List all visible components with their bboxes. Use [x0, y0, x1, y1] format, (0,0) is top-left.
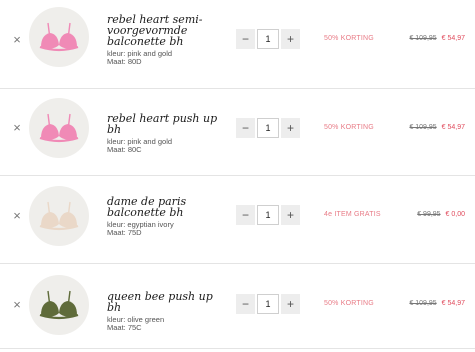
cart-item: × queen bee push up bh kleur: olive gree…	[0, 262, 475, 350]
product-name[interactable]: queen bee push up bh	[107, 291, 227, 313]
product-meta: kleur: egyptian ivory Maat: 75D	[107, 221, 227, 237]
product-name[interactable]: rebel heart push up bh	[107, 113, 227, 135]
increase-quantity-button[interactable]: +	[281, 118, 300, 138]
bra-image	[39, 22, 79, 52]
quantity-input[interactable]: 1	[257, 118, 279, 138]
new-price: € 54,97	[441, 124, 465, 131]
new-price: € 0,00	[445, 211, 465, 218]
product-size: Maat: 75C	[107, 323, 142, 332]
quantity-stepper: − 1 +	[236, 118, 300, 138]
product-name[interactable]: dame de paris balconette bh	[107, 196, 227, 218]
quantity-input[interactable]: 1	[257, 29, 279, 49]
increase-quantity-button[interactable]: +	[281, 294, 300, 314]
promo-label: 4e ITEM GRATIS	[324, 211, 381, 218]
product-meta: kleur: pink and gold Maat: 80C	[107, 138, 227, 154]
product-image[interactable]	[29, 186, 89, 246]
quantity-stepper: − 1 +	[236, 294, 300, 314]
product-size: Maat: 80D	[107, 57, 142, 66]
decrease-quantity-button[interactable]: −	[236, 294, 255, 314]
row-divider	[0, 348, 475, 349]
decrease-quantity-button[interactable]: −	[236, 118, 255, 138]
cart-item: × rebel heart push up bh kleur: pink and…	[0, 87, 475, 176]
remove-item-button[interactable]: ×	[10, 121, 24, 135]
old-price: € 109,95	[409, 124, 437, 131]
increase-quantity-button[interactable]: +	[281, 29, 300, 49]
decrease-quantity-button[interactable]: −	[236, 29, 255, 49]
product-meta: kleur: olive green Maat: 75C	[107, 316, 227, 332]
cart-item: × rebel heart semi-voorgevormde balconet…	[0, 0, 475, 89]
cart-item: × dame de paris balconette bh kleur: egy…	[0, 175, 475, 264]
promo-label: 50% KORTING	[324, 300, 374, 307]
price-block: € 109,95 € 54,97	[409, 124, 465, 131]
price-block: € 109,95 € 54,97	[409, 35, 465, 42]
promo-label: 50% KORTING	[324, 124, 374, 131]
old-price: € 99,95	[417, 211, 441, 218]
product-name[interactable]: rebel heart semi-voorgevormde balconette…	[107, 14, 227, 47]
remove-item-button[interactable]: ×	[10, 33, 24, 47]
bra-image	[39, 290, 79, 320]
product-image[interactable]	[29, 275, 89, 335]
product-image[interactable]	[29, 7, 89, 67]
bra-image	[39, 113, 79, 143]
decrease-quantity-button[interactable]: −	[236, 205, 255, 225]
new-price: € 54,97	[441, 35, 465, 42]
bra-image	[39, 201, 79, 231]
product-info: queen bee push up bh kleur: olive green …	[107, 291, 227, 332]
new-price: € 54,97	[441, 300, 465, 307]
product-info: rebel heart semi-voorgevormde balconette…	[107, 14, 227, 66]
product-image[interactable]	[29, 98, 89, 158]
quantity-stepper: − 1 +	[236, 205, 300, 225]
price-block: € 109,95 € 54,97	[409, 300, 465, 307]
quantity-stepper: − 1 +	[236, 29, 300, 49]
price-block: € 99,95 € 0,00	[417, 211, 465, 218]
old-price: € 109,95	[409, 300, 437, 307]
quantity-input[interactable]: 1	[257, 205, 279, 225]
remove-item-button[interactable]: ×	[10, 298, 24, 312]
promo-label: 50% KORTING	[324, 35, 374, 42]
product-meta: kleur: pink and gold Maat: 80D	[107, 50, 227, 66]
quantity-input[interactable]: 1	[257, 294, 279, 314]
product-info: dame de paris balconette bh kleur: egypt…	[107, 196, 227, 237]
product-size: Maat: 80C	[107, 145, 142, 154]
remove-item-button[interactable]: ×	[10, 209, 24, 223]
increase-quantity-button[interactable]: +	[281, 205, 300, 225]
product-size: Maat: 75D	[107, 228, 142, 237]
product-info: rebel heart push up bh kleur: pink and g…	[107, 113, 227, 154]
old-price: € 109,95	[409, 35, 437, 42]
